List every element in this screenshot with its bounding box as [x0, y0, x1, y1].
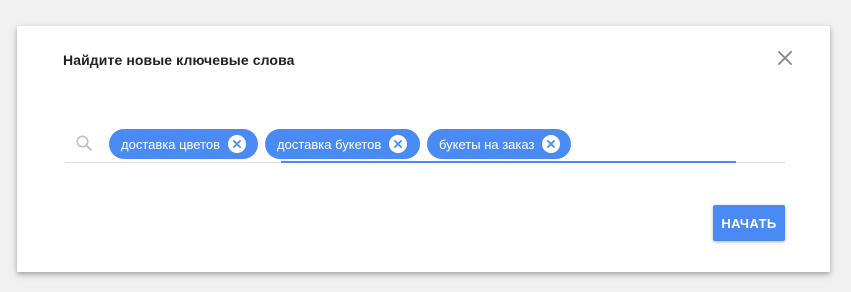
- keyword-chip[interactable]: букеты на заказ: [427, 129, 571, 159]
- chip-remove-button[interactable]: [542, 135, 561, 153]
- keyword-search-field[interactable]: доставка цветов доставка букетов букеты …: [65, 126, 785, 163]
- close-button[interactable]: [773, 46, 797, 70]
- close-circle-icon: [394, 140, 403, 148]
- close-circle-icon: [233, 140, 241, 148]
- search-icon: [76, 135, 92, 151]
- keyword-chip-label: доставка цветов: [121, 136, 221, 152]
- keyword-chip-label: доставка букетов: [277, 136, 382, 152]
- chip-remove-button[interactable]: [228, 135, 247, 153]
- chip-remove-button[interactable]: [389, 135, 408, 153]
- keyword-dialog: Найдите новые ключевые слова доставка цв…: [17, 26, 830, 272]
- dialog-title: Найдите новые ключевые слова: [63, 52, 295, 68]
- keyword-chip[interactable]: доставка букетов: [265, 129, 420, 159]
- keyword-chip[interactable]: доставка цветов: [109, 129, 258, 159]
- start-button[interactable]: НАЧАТЬ: [713, 205, 785, 241]
- close-circle-icon: [547, 140, 556, 148]
- keyword-chip-label: букеты на заказ: [439, 136, 535, 152]
- search-focus-underline: [281, 161, 736, 163]
- close-icon: [778, 51, 792, 65]
